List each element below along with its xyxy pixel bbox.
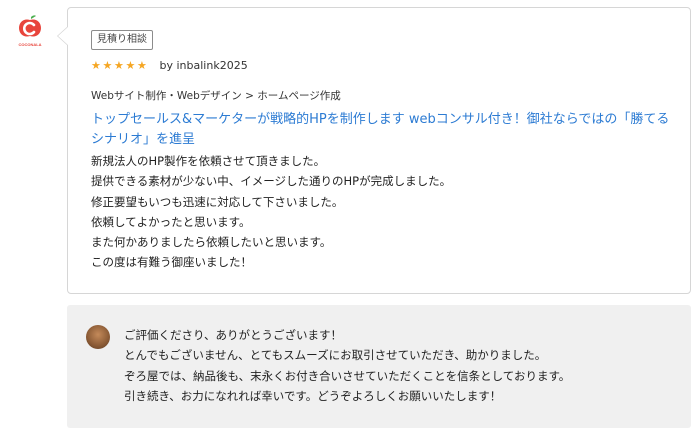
review-card: 見積り相談 ★ ★ ★ ★ ★ by inbalink2025 Webサイト制作…	[57, 7, 691, 294]
review-line: また何かありましたら依頼したいと思います。	[91, 235, 332, 250]
reply-text: ご評価くださり、ありがとうございます！ とんでもございません、とてもスムーズにお…	[124, 325, 684, 406]
review-text: 新規法人のHP製作を依頼させて頂きました。 提供できる素材が少ない中、イメージし…	[91, 151, 681, 273]
service-title-link[interactable]: トップセールス&マーケターが戦略的HPを制作します webコンサル付き！御社なら…	[91, 110, 681, 150]
star-icon: ★	[125, 58, 136, 72]
speech-arrow-fill	[58, 27, 68, 45]
star-icon: ★	[114, 58, 124, 72]
review-line: 新規法人のHP製作を依頼させて頂きました。	[91, 154, 326, 168]
reply-line: 引き続き、お力になれれば幸いです。どうぞよろしくお願いいたします！	[124, 388, 502, 403]
review-line: 提供できる素材が少ない中、イメージした通りのHPが完成しました。	[91, 174, 452, 189]
review-line: この度は有難う御座いました！	[91, 255, 252, 270]
logo-text: COCONALA	[18, 42, 41, 47]
star-icon: ★	[91, 58, 101, 72]
apple-c-logo-icon: COCONALA	[18, 15, 42, 47]
reply-line: とんでもございません、とてもスムーズにお取引させていただき、助かりました。	[124, 348, 547, 363]
reply-line: ぞろ屋では、納品後も、末永くお付き合いさせていただくことを信条としております。	[124, 368, 571, 383]
reviewer-byline: by inbalink2025	[159, 59, 248, 72]
seller-reply: ご評価くださり、ありがとうございます！ とんでもございません、とてもスムーズにお…	[67, 305, 691, 428]
star-rating: ★ ★ ★ ★ ★	[91, 58, 149, 72]
review-line: 依頼してよかったと思います。	[91, 214, 251, 229]
star-icon: ★	[102, 58, 113, 72]
star-icon: ★	[137, 58, 147, 72]
seller-avatar	[86, 325, 110, 349]
quote-consultation-badge: 見積り相談	[91, 30, 153, 50]
review-line: 修正要望もいつも迅速に対応して下さいました。	[91, 194, 344, 209]
rating-row: ★ ★ ★ ★ ★ by inbalink2025	[91, 59, 248, 72]
category-breadcrumb: Webサイト制作・Webデザイン > ホームページ作成	[91, 90, 341, 102]
reply-line: ご評価くださり、ありがとうございます！	[124, 328, 343, 342]
